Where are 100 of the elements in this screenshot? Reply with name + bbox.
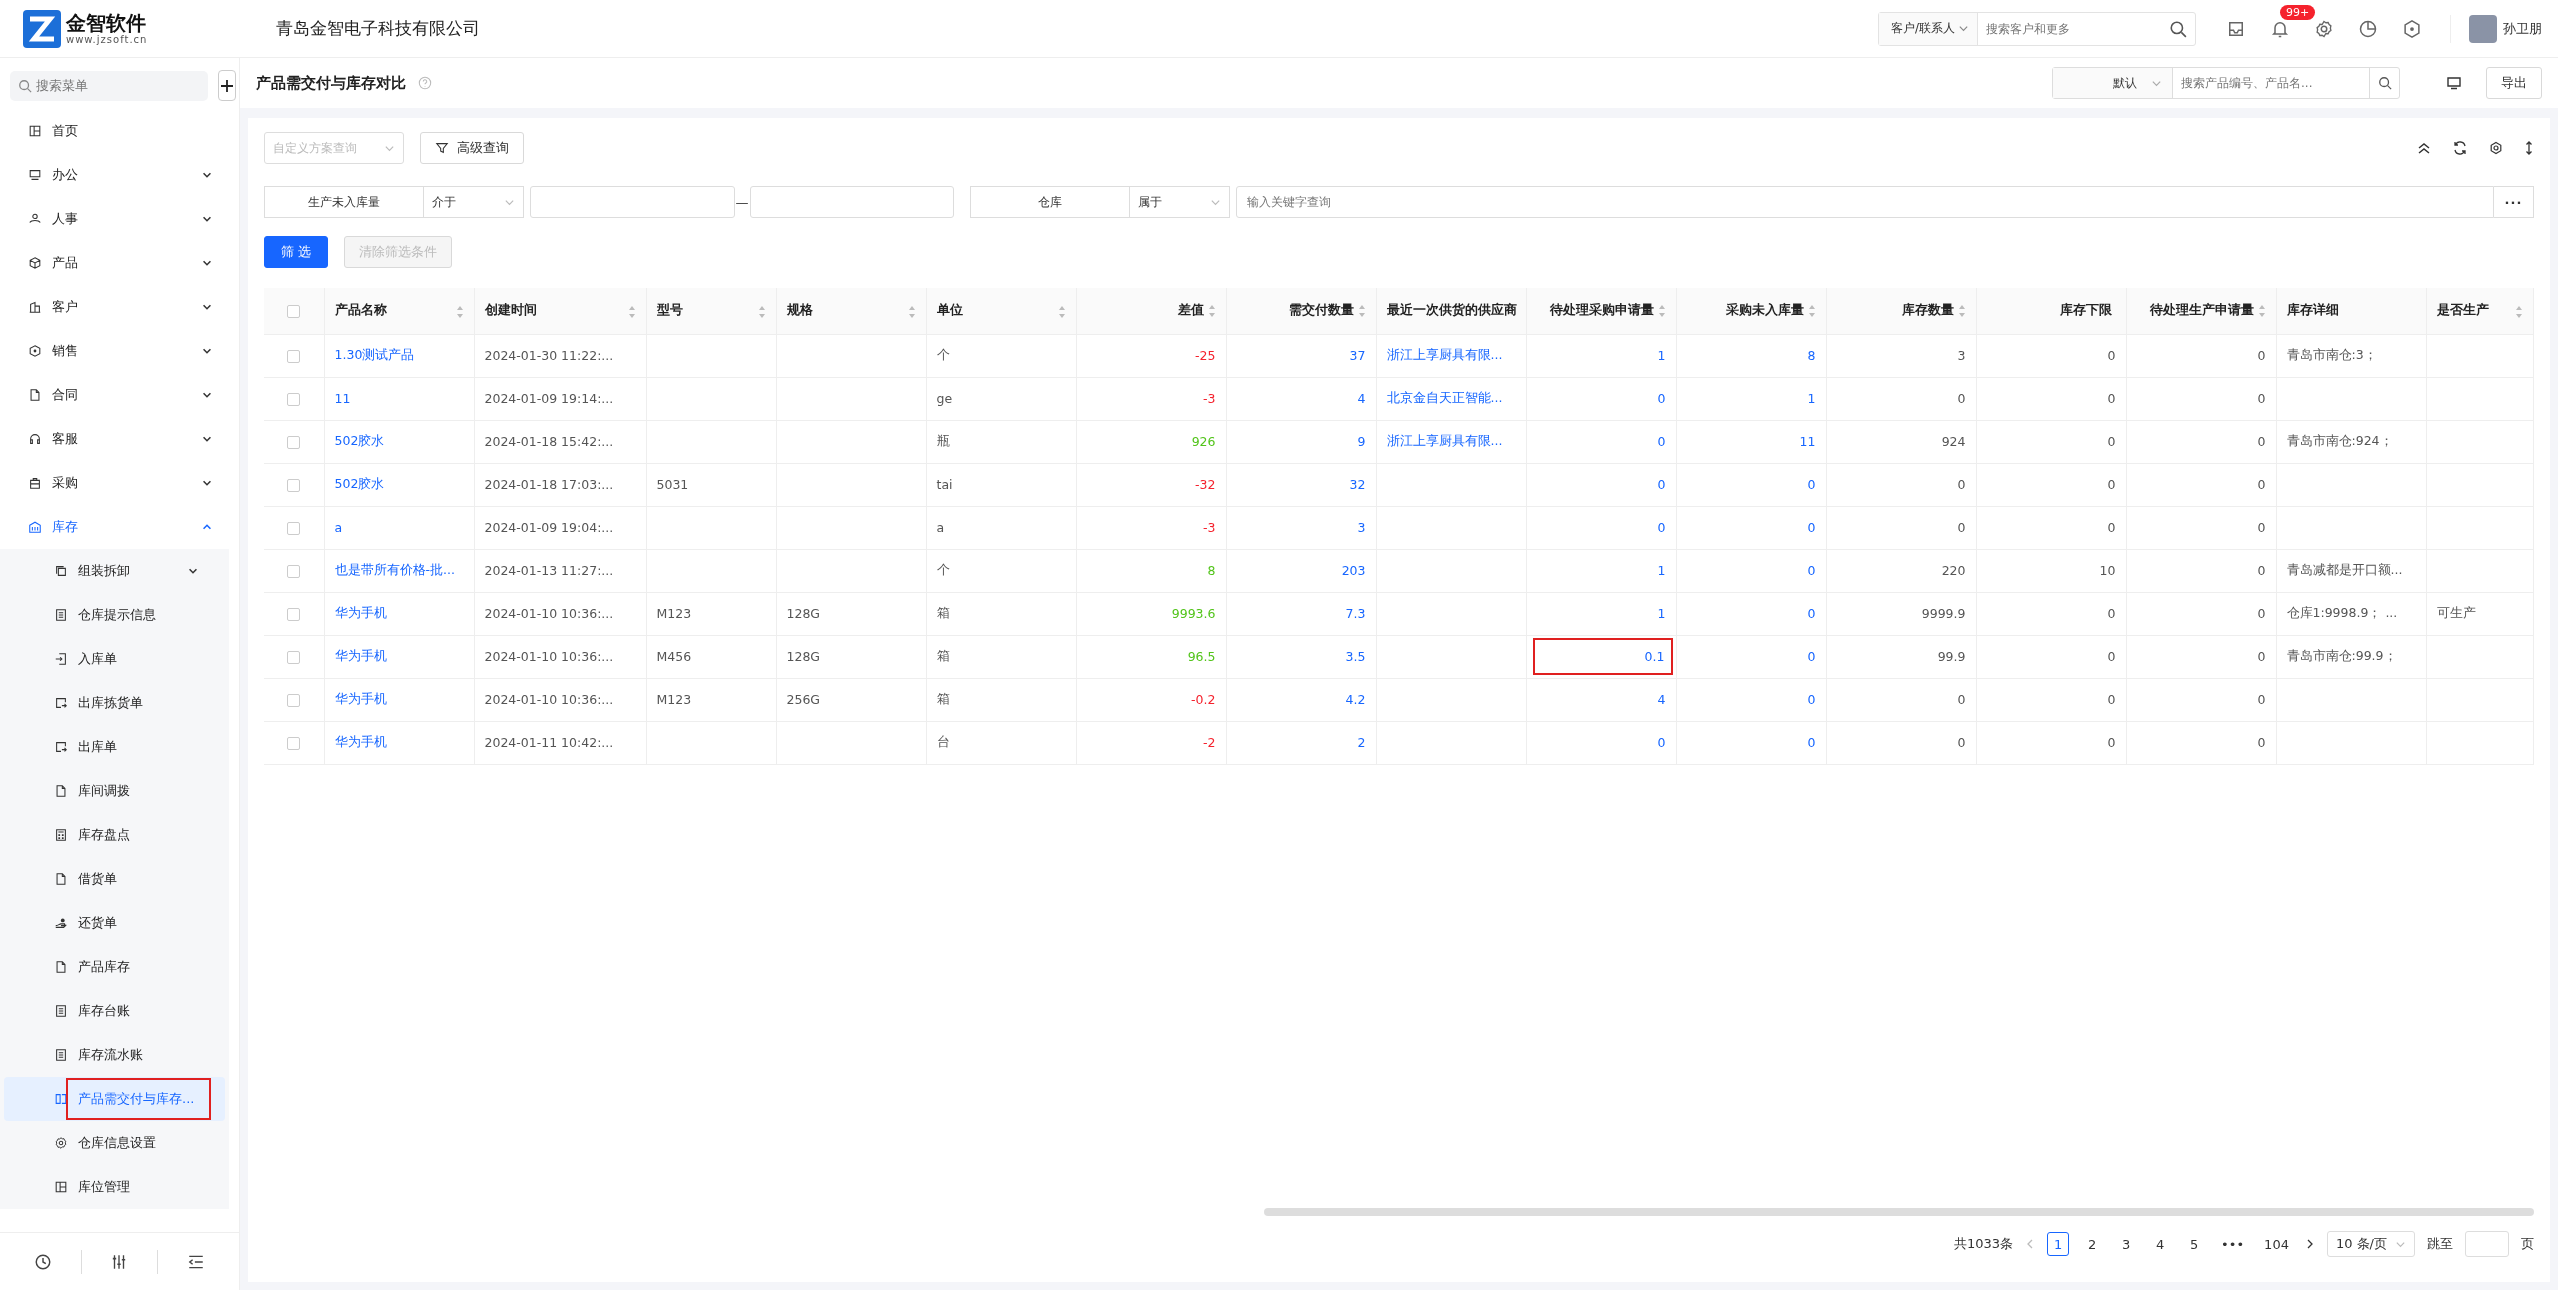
column-header[interactable]: 创建时间 xyxy=(474,288,646,334)
sort-icon[interactable] xyxy=(1357,303,1366,318)
row-checkbox[interactable] xyxy=(287,608,301,621)
column-header[interactable]: 库存数量 xyxy=(1826,288,1976,334)
table-link[interactable]: 3.5 xyxy=(1345,649,1366,664)
column-header[interactable]: 待处理生产申请量 xyxy=(2126,288,2276,334)
sort-icon[interactable] xyxy=(1207,303,1216,318)
column-header[interactable]: 产品名称 xyxy=(324,288,474,334)
column-header[interactable]: 库存详细 xyxy=(2276,288,2426,334)
column-header[interactable]: 采购未入库量 xyxy=(1676,288,1826,334)
pie-chart-icon[interactable] xyxy=(2358,18,2378,39)
row-checkbox[interactable] xyxy=(287,565,301,578)
table-link[interactable]: 华为手机 xyxy=(334,648,387,663)
menu-item[interactable]: 库位管理 xyxy=(4,1165,225,1209)
sort-icon[interactable] xyxy=(1057,305,1066,320)
table-link[interactable]: 9 xyxy=(1357,434,1366,449)
table-link[interactable]: 0 xyxy=(1657,391,1666,406)
table-link[interactable]: 502胶水 xyxy=(334,476,385,491)
page-button[interactable]: 104 xyxy=(2260,1232,2293,1256)
table-link[interactable]: 华为手机 xyxy=(334,734,387,749)
table-link[interactable]: 4 xyxy=(1357,391,1366,406)
row-checkbox[interactable] xyxy=(287,436,301,449)
table-link[interactable]: 浙江上享厨具有限... xyxy=(1386,347,1503,362)
column-header[interactable]: 是否生产 xyxy=(2426,288,2534,334)
menu-item[interactable]: 库间调拨 xyxy=(4,769,225,813)
table-link[interactable]: a xyxy=(334,520,343,535)
table-link[interactable]: 0 xyxy=(1807,520,1816,535)
row-checkbox[interactable] xyxy=(287,393,301,406)
table-link[interactable]: 0 xyxy=(1807,735,1816,750)
search-scope-select[interactable]: 客户/联系人 xyxy=(1879,12,1979,45)
advanced-search-button[interactable]: 高级查询 xyxy=(420,132,524,164)
sort-arrows-icon[interactable] xyxy=(2524,140,2534,156)
table-link[interactable]: 1 xyxy=(1657,348,1666,363)
column-header[interactable]: 差值 xyxy=(1076,288,1226,334)
table-link[interactable]: 也是带所有价格-批... xyxy=(334,562,455,577)
table-link[interactable]: 203 xyxy=(1341,563,1366,578)
horizontal-scrollbar[interactable] xyxy=(1264,1208,2534,1216)
table-link[interactable]: 0 xyxy=(1807,563,1816,578)
menu-item[interactable]: 库存盘点 xyxy=(4,813,225,857)
menu-item[interactable]: 产品需交付与库存... xyxy=(4,1077,225,1121)
refresh-icon[interactable] xyxy=(2452,140,2468,156)
row-checkbox[interactable] xyxy=(287,694,301,707)
menu-item[interactable]: 销售 xyxy=(0,329,239,373)
range-end-field[interactable] xyxy=(749,186,954,218)
sort-icon[interactable] xyxy=(757,305,766,320)
sort-icon[interactable] xyxy=(455,305,464,320)
monitor-icon[interactable] xyxy=(2446,75,2462,91)
select-all-checkbox[interactable] xyxy=(287,305,301,319)
column-header[interactable]: 型号 xyxy=(646,288,776,334)
search-icon[interactable] xyxy=(2169,19,2187,38)
table-link[interactable]: 3 xyxy=(1357,520,1366,535)
sort-icon[interactable] xyxy=(627,305,636,320)
user-avatar[interactable] xyxy=(2469,14,2497,43)
global-search-field[interactable]: 搜索客户和更多 xyxy=(1978,21,2169,36)
menu-item[interactable]: 采购 xyxy=(0,461,239,505)
column-header[interactable]: 库存下限 xyxy=(1976,288,2126,334)
menu-item[interactable]: 产品库存 xyxy=(4,945,225,989)
page-size-select[interactable]: 10 条/页 xyxy=(2326,1231,2415,1257)
menu-item[interactable]: 库存台账 xyxy=(4,989,225,1033)
history-icon[interactable] xyxy=(34,1252,53,1271)
row-checkbox[interactable] xyxy=(287,479,301,492)
page-jump-field[interactable] xyxy=(2465,1231,2509,1257)
page-button[interactable]: ••• xyxy=(2217,1232,2249,1256)
sort-icon[interactable] xyxy=(1657,303,1666,318)
table-link[interactable]: 11 xyxy=(1799,434,1816,449)
menu-item[interactable]: 出库单 xyxy=(4,725,225,769)
table-link[interactable]: 0 xyxy=(1657,520,1666,535)
sort-icon[interactable] xyxy=(907,305,916,320)
table-link[interactable]: 华为手机 xyxy=(334,691,387,706)
filter-button[interactable]: 筛 选 xyxy=(264,236,329,268)
user-name[interactable]: 孙卫朋 xyxy=(2503,19,2542,38)
table-link[interactable]: 0 xyxy=(1807,606,1816,621)
table-link[interactable]: 0 xyxy=(1807,477,1816,492)
range-start-field[interactable] xyxy=(530,186,735,218)
table-link[interactable]: 0.1 xyxy=(1532,638,1673,675)
table-link[interactable]: 8 xyxy=(1807,348,1816,363)
table-link[interactable]: 浙江上享厨具有限... xyxy=(1386,433,1503,448)
page-button[interactable]: 2 xyxy=(2081,1232,2104,1256)
menu-item[interactable]: 入库单 xyxy=(4,637,225,681)
menu-item[interactable]: 仓库信息设置 xyxy=(4,1121,225,1165)
menu-item[interactable]: 办公 xyxy=(0,153,239,197)
menu-item[interactable]: 客服 xyxy=(0,417,239,461)
sort-icon[interactable] xyxy=(2515,305,2523,320)
table-link[interactable]: 7.3 xyxy=(1345,606,1366,621)
view-select[interactable]: 默认 xyxy=(2053,68,2173,98)
product-search-field[interactable]: 搜索产品编号、产品名... xyxy=(2173,76,2369,90)
collapse-up-icon[interactable] xyxy=(2416,140,2432,156)
table-link[interactable]: 11 xyxy=(334,391,351,406)
column-header[interactable]: 需交付数量 xyxy=(1226,288,1376,334)
settings-icon[interactable] xyxy=(2314,18,2334,39)
page-button[interactable]: 5 xyxy=(2183,1232,2206,1256)
menu-item[interactable]: 还货单 xyxy=(4,901,225,945)
table-link[interactable]: 0 xyxy=(1657,434,1666,449)
page-button[interactable]: 3 xyxy=(2115,1232,2138,1256)
more-button[interactable]: ··· xyxy=(2494,186,2534,218)
page-button[interactable]: 1 xyxy=(2047,1232,2070,1256)
table-link[interactable]: 北京金自天正智能... xyxy=(1386,390,1503,405)
operator-select[interactable]: 介于 xyxy=(424,186,524,218)
menu-item[interactable]: 库存流水账 xyxy=(4,1033,225,1077)
table-link[interactable]: 1.30测试产品 xyxy=(334,347,415,362)
